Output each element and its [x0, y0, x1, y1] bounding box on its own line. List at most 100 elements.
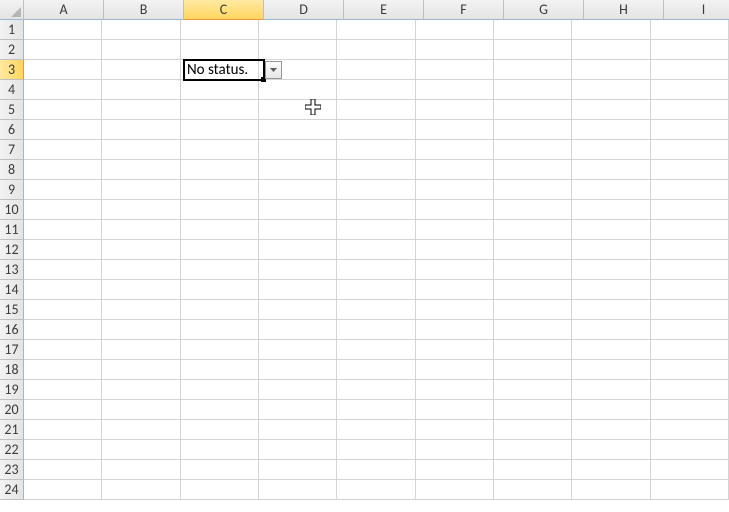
cell-D19[interactable]	[259, 380, 337, 400]
cell-I19[interactable]	[651, 380, 729, 400]
cell-E10[interactable]	[337, 200, 415, 220]
row-header-20[interactable]: 20	[0, 400, 24, 420]
cell-H9[interactable]	[572, 180, 650, 200]
col-header-B[interactable]: B	[104, 0, 184, 20]
row-header-11[interactable]: 11	[0, 220, 24, 240]
cell-G15[interactable]	[494, 300, 572, 320]
cell-C3[interactable]	[181, 60, 259, 80]
cell-F4[interactable]	[416, 80, 494, 100]
cell-H23[interactable]	[572, 460, 650, 480]
cell-A3[interactable]	[24, 60, 102, 80]
cell-G12[interactable]	[494, 240, 572, 260]
cell-E4[interactable]	[337, 80, 415, 100]
cell-I11[interactable]	[651, 220, 729, 240]
cell-B1[interactable]	[102, 20, 180, 40]
cell-B22[interactable]	[102, 440, 180, 460]
cell-I12[interactable]	[651, 240, 729, 260]
col-header-C[interactable]: C	[184, 0, 264, 20]
row-header-10[interactable]: 10	[0, 200, 24, 220]
cell-H5[interactable]	[572, 100, 650, 120]
row-header-3[interactable]: 3	[0, 60, 24, 80]
cell-C20[interactable]	[181, 400, 259, 420]
cell-B23[interactable]	[102, 460, 180, 480]
cell-D23[interactable]	[259, 460, 337, 480]
cell-E17[interactable]	[337, 340, 415, 360]
cell-B8[interactable]	[102, 160, 180, 180]
cell-B2[interactable]	[102, 40, 180, 60]
cell-F21[interactable]	[416, 420, 494, 440]
cell-I23[interactable]	[651, 460, 729, 480]
cell-G11[interactable]	[494, 220, 572, 240]
row-header-14[interactable]: 14	[0, 280, 24, 300]
col-header-E[interactable]: E	[344, 0, 424, 20]
cell-I3[interactable]	[651, 60, 729, 80]
cell-G21[interactable]	[494, 420, 572, 440]
cell-H3[interactable]	[572, 60, 650, 80]
row-header-4[interactable]: 4	[0, 80, 24, 100]
cell-A12[interactable]	[24, 240, 102, 260]
cell-G9[interactable]	[494, 180, 572, 200]
cell-E5[interactable]	[337, 100, 415, 120]
cell-A6[interactable]	[24, 120, 102, 140]
cell-G13[interactable]	[494, 260, 572, 280]
cell-A1[interactable]	[24, 20, 102, 40]
cell-D5[interactable]	[259, 100, 337, 120]
cell-F6[interactable]	[416, 120, 494, 140]
cell-C4[interactable]	[181, 80, 259, 100]
cell-D16[interactable]	[259, 320, 337, 340]
row-header-5[interactable]: 5	[0, 100, 24, 120]
cell-A2[interactable]	[24, 40, 102, 60]
cell-A9[interactable]	[24, 180, 102, 200]
cell-G2[interactable]	[494, 40, 572, 60]
cell-D13[interactable]	[259, 260, 337, 280]
cell-H6[interactable]	[572, 120, 650, 140]
cell-G3[interactable]	[494, 60, 572, 80]
cell-H24[interactable]	[572, 480, 650, 500]
cell-B6[interactable]	[102, 120, 180, 140]
cell-G10[interactable]	[494, 200, 572, 220]
cell-F13[interactable]	[416, 260, 494, 280]
cell-B11[interactable]	[102, 220, 180, 240]
cell-E12[interactable]	[337, 240, 415, 260]
col-header-H[interactable]: H	[584, 0, 664, 20]
data-validation-dropdown-button[interactable]	[265, 61, 282, 79]
row-header-19[interactable]: 19	[0, 380, 24, 400]
row-header-16[interactable]: 16	[0, 320, 24, 340]
cell-I7[interactable]	[651, 140, 729, 160]
cell-C18[interactable]	[181, 360, 259, 380]
cell-E14[interactable]	[337, 280, 415, 300]
cell-G20[interactable]	[494, 400, 572, 420]
cell-E18[interactable]	[337, 360, 415, 380]
cell-I4[interactable]	[651, 80, 729, 100]
cell-G1[interactable]	[494, 20, 572, 40]
cell-C15[interactable]	[181, 300, 259, 320]
cell-G17[interactable]	[494, 340, 572, 360]
cell-E3[interactable]	[337, 60, 415, 80]
cell-B18[interactable]	[102, 360, 180, 380]
cell-F16[interactable]	[416, 320, 494, 340]
cell-C12[interactable]	[181, 240, 259, 260]
col-header-I[interactable]: I	[664, 0, 729, 20]
row-header-8[interactable]: 8	[0, 160, 24, 180]
cell-E19[interactable]	[337, 380, 415, 400]
cell-G19[interactable]	[494, 380, 572, 400]
cell-B14[interactable]	[102, 280, 180, 300]
row-header-12[interactable]: 12	[0, 240, 24, 260]
row-header-15[interactable]: 15	[0, 300, 24, 320]
cell-D11[interactable]	[259, 220, 337, 240]
cell-A22[interactable]	[24, 440, 102, 460]
cell-H1[interactable]	[572, 20, 650, 40]
cell-B9[interactable]	[102, 180, 180, 200]
cell-I20[interactable]	[651, 400, 729, 420]
cell-G6[interactable]	[494, 120, 572, 140]
cell-D18[interactable]	[259, 360, 337, 380]
cell-H21[interactable]	[572, 420, 650, 440]
cell-F17[interactable]	[416, 340, 494, 360]
cell-F15[interactable]	[416, 300, 494, 320]
cell-H4[interactable]	[572, 80, 650, 100]
cell-A4[interactable]	[24, 80, 102, 100]
cell-C6[interactable]	[181, 120, 259, 140]
cell-G16[interactable]	[494, 320, 572, 340]
cell-A19[interactable]	[24, 380, 102, 400]
cell-C13[interactable]	[181, 260, 259, 280]
